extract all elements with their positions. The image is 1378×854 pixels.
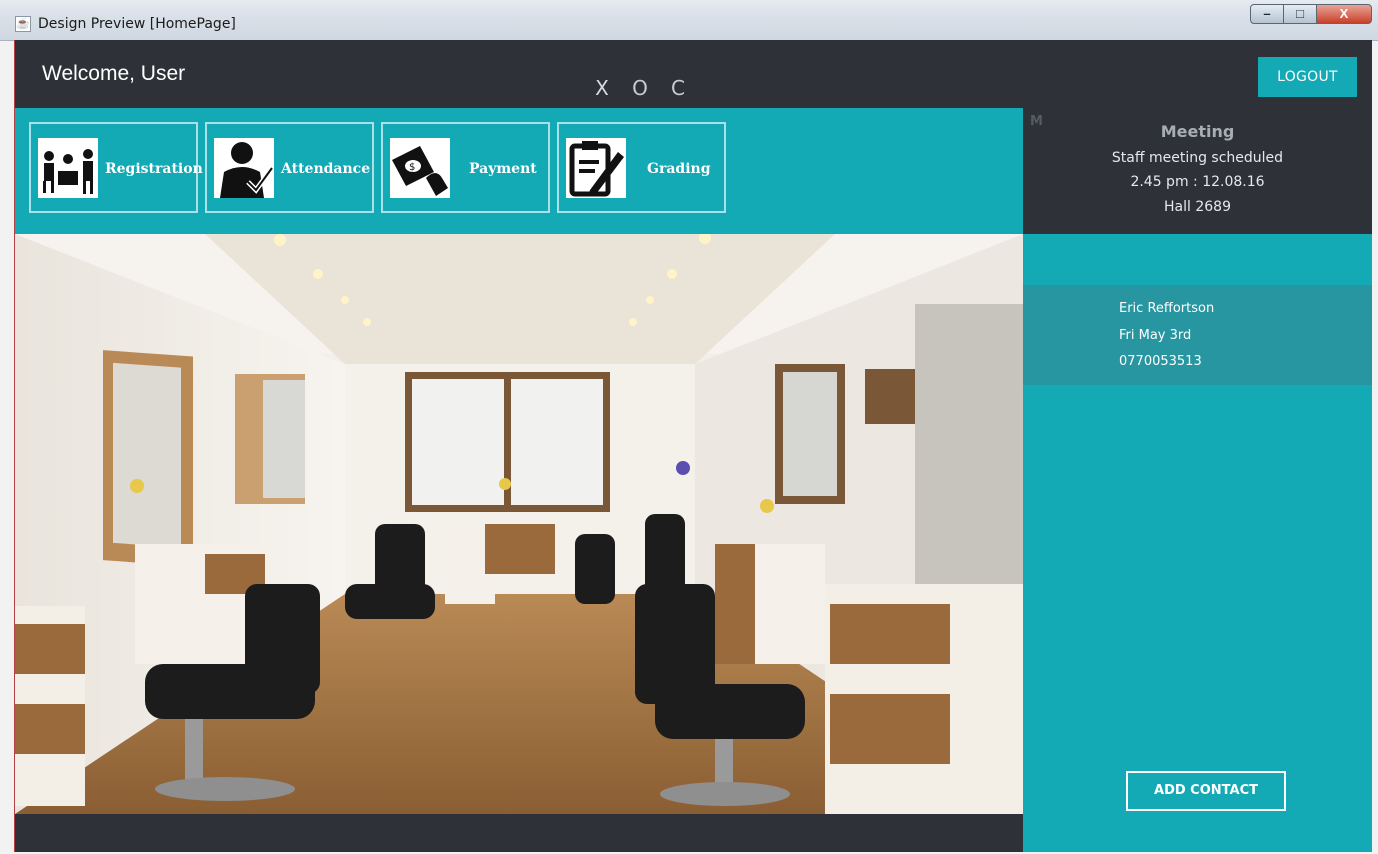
- contacts-panel: Eric Reffortson Fri May 3rd 0770053513 A…: [1023, 234, 1372, 852]
- payment-icon: $: [390, 138, 450, 198]
- attendance-label: Attendance: [281, 161, 371, 177]
- payment-button[interactable]: $ Payment: [381, 122, 550, 213]
- meeting-location: Hall 2689: [1164, 199, 1231, 215]
- close-button[interactable]: X: [1316, 4, 1372, 24]
- meeting-title: Meeting: [1160, 122, 1235, 141]
- svg-text:$: $: [409, 162, 415, 173]
- tab-x[interactable]: X: [583, 74, 621, 111]
- grading-button[interactable]: Grading: [557, 122, 726, 213]
- window-titlebar: ☕ Design Preview [HomePage] – □ X: [0, 0, 1378, 41]
- contact-card[interactable]: Eric Reffortson Fri May 3rd 0770053513: [1023, 285, 1372, 385]
- attendance-button[interactable]: Attendance: [205, 122, 374, 213]
- tab-o[interactable]: O: [621, 74, 659, 108]
- window-controls: – □ X: [1250, 4, 1372, 24]
- app-header: Welcome, User X O C LOGOUT: [15, 40, 1372, 111]
- grading-label: Grading: [647, 161, 711, 177]
- meeting-panel: M Meeting Staff meeting scheduled 2.45 p…: [1023, 108, 1372, 234]
- contact-date: Fri May 3rd: [1119, 328, 1192, 343]
- app-frame: Welcome, User X O C LOGOUT Registration: [14, 40, 1372, 852]
- salon-interior-image: [15, 234, 1023, 814]
- tab-bar: X O C: [583, 74, 697, 111]
- contact-name: Eric Reffortson: [1119, 301, 1215, 316]
- tab-c[interactable]: C: [659, 74, 697, 108]
- logout-button[interactable]: LOGOUT: [1258, 57, 1357, 97]
- bottom-status-bar: [15, 814, 1023, 852]
- add-contact-button[interactable]: ADD CONTACT: [1126, 771, 1286, 811]
- attendance-icon: [214, 138, 275, 198]
- registration-icon: [38, 138, 98, 198]
- minimize-button[interactable]: –: [1250, 4, 1284, 24]
- window-title: Design Preview [HomePage]: [38, 16, 236, 32]
- registration-button[interactable]: Registration: [29, 122, 203, 213]
- module-toolbar: Registration Attendance $ Payment Gradin…: [15, 108, 1023, 234]
- grading-icon: [566, 138, 626, 198]
- registration-label: Registration: [105, 161, 203, 177]
- meeting-time: 2.45 pm : 12.08.16: [1130, 174, 1265, 190]
- payment-label: Payment: [469, 161, 537, 177]
- meeting-description: Staff meeting scheduled: [1111, 150, 1284, 166]
- maximize-button[interactable]: □: [1283, 4, 1317, 24]
- contact-phone: 0770053513: [1119, 354, 1202, 369]
- java-app-icon: ☕: [15, 16, 31, 32]
- welcome-text: Welcome, User: [42, 62, 186, 85]
